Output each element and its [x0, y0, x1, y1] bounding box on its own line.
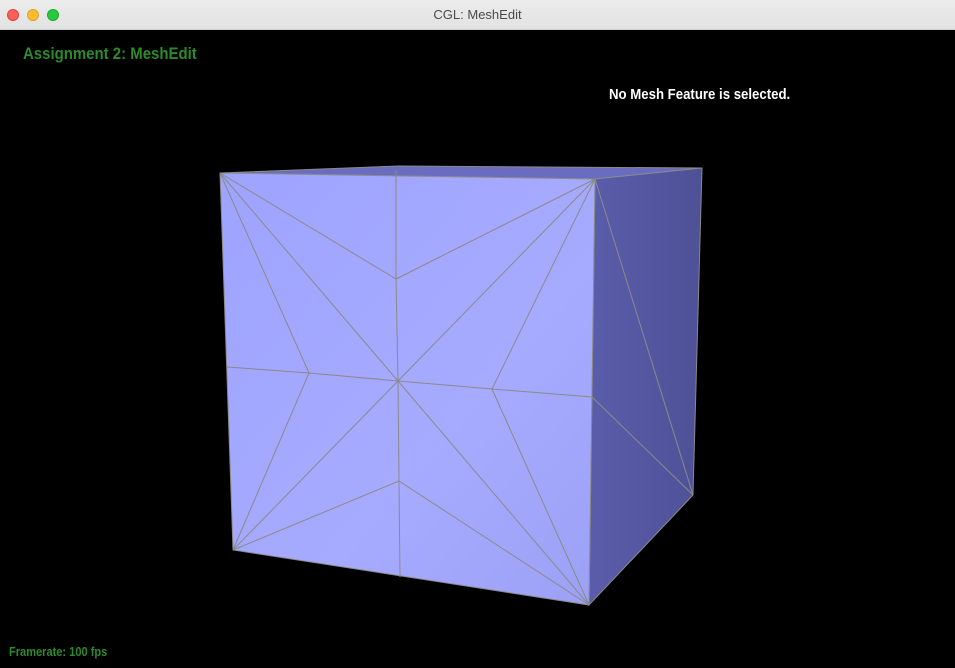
- app-window: CGL: MeshEdit Assignment 2: MeshEdit No …: [0, 0, 955, 668]
- side-face[interactable]: [588, 167, 703, 607]
- assignment-title: Assignment 2: MeshEdit: [23, 44, 197, 63]
- front-face[interactable]: [219, 172, 596, 606]
- title-bar[interactable]: CGL: MeshEdit: [0, 0, 955, 30]
- cube-mesh[interactable]: [0, 30, 955, 668]
- window-title: CGL: MeshEdit: [433, 7, 522, 22]
- framerate-readout: Framerate: 100 fps: [9, 644, 108, 659]
- selection-status: No Mesh Feature is selected.: [609, 86, 791, 103]
- 3d-viewport[interactable]: Assignment 2: MeshEdit No Mesh Feature i…: [0, 30, 955, 668]
